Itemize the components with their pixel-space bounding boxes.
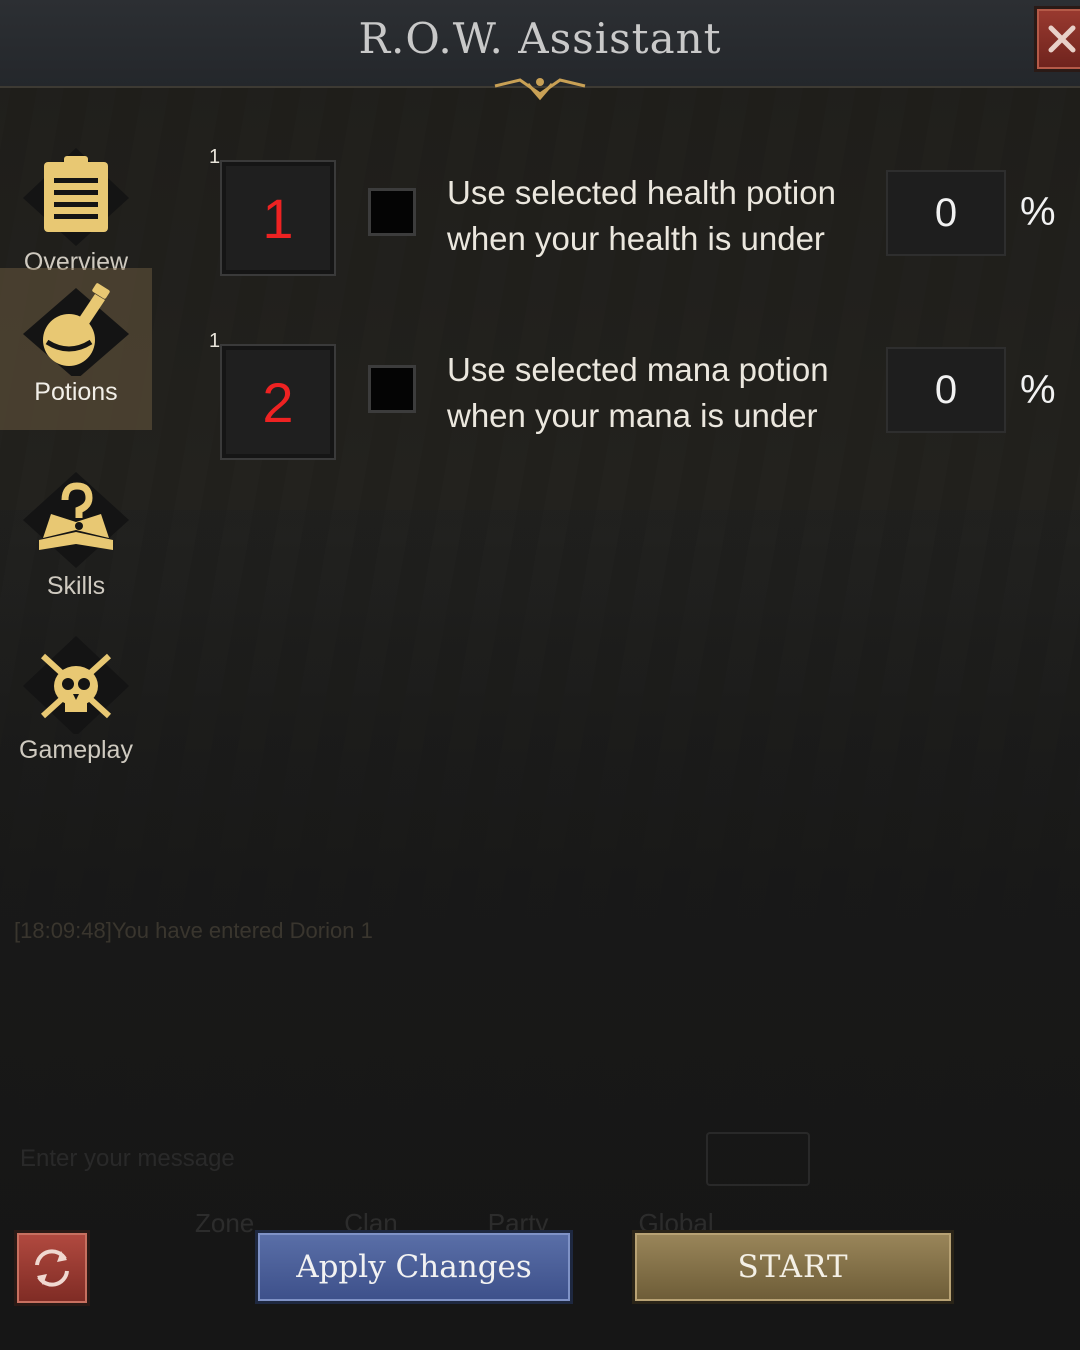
health-percent-label: %: [1020, 190, 1056, 234]
mana-slot-count: 1: [209, 330, 221, 352]
chat-tab-zone: Zone: [195, 1208, 255, 1238]
title-ornament-icon: [494, 78, 586, 101]
reset-button[interactable]: [14, 1230, 90, 1306]
mana-line-2: when your mana is under: [447, 397, 818, 434]
mana-slot-marker: 2: [262, 370, 294, 434]
clipboard-icon: [23, 148, 129, 246]
mana-percent-label: %: [1020, 368, 1056, 412]
mana-threshold-input[interactable]: 0: [886, 347, 1006, 433]
health-slot-marker: 1: [262, 186, 294, 250]
sidebar-item-potions[interactable]: Potions: [0, 268, 152, 430]
sidebar-item-skills[interactable]: Skills: [0, 462, 152, 624]
health-line-2: when your health is under: [447, 220, 825, 257]
sidebar-item-label: Skills: [46, 572, 106, 600]
refresh-icon: [35, 1249, 69, 1287]
close-button[interactable]: [1034, 6, 1080, 72]
window-header: R.O.W. Assistant: [0, 0, 1080, 101]
close-icon: [1048, 25, 1076, 53]
start-button[interactable]: START: [632, 1230, 954, 1304]
sidebar-item-label: Gameplay: [19, 736, 133, 764]
question-book-icon: [23, 472, 129, 568]
apply-changes-button[interactable]: Apply Changes: [255, 1230, 573, 1304]
mana-potion-description: Use selected mana potion when your mana …: [447, 347, 829, 439]
health-line-1: Use selected health potion: [447, 174, 836, 211]
health-potion-slot[interactable]: 1: [220, 160, 336, 276]
mana-potion-slot[interactable]: 2: [220, 344, 336, 460]
chat-log-line: [18:09:48]You have entered Dorion 1: [14, 918, 373, 943]
mana-line-1: Use selected mana potion: [447, 351, 829, 388]
sidebar-item-gameplay[interactable]: Gameplay: [0, 626, 152, 788]
health-potion-checkbox[interactable]: [368, 188, 416, 236]
health-slot-count: 1: [209, 146, 221, 168]
potion-flask-icon: [23, 283, 129, 376]
sidebar-item-label: Potions: [34, 378, 118, 406]
health-threshold-input[interactable]: 0: [886, 170, 1006, 256]
chat-input-placeholder: Enter your message: [20, 1145, 235, 1172]
chat-send-button: [706, 1132, 810, 1186]
health-potion-description: Use selected health potion when your hea…: [447, 170, 836, 262]
skull-swords-icon: [23, 636, 129, 734]
window-title: R.O.W. Assistant: [358, 14, 722, 63]
mana-potion-checkbox[interactable]: [368, 365, 416, 413]
